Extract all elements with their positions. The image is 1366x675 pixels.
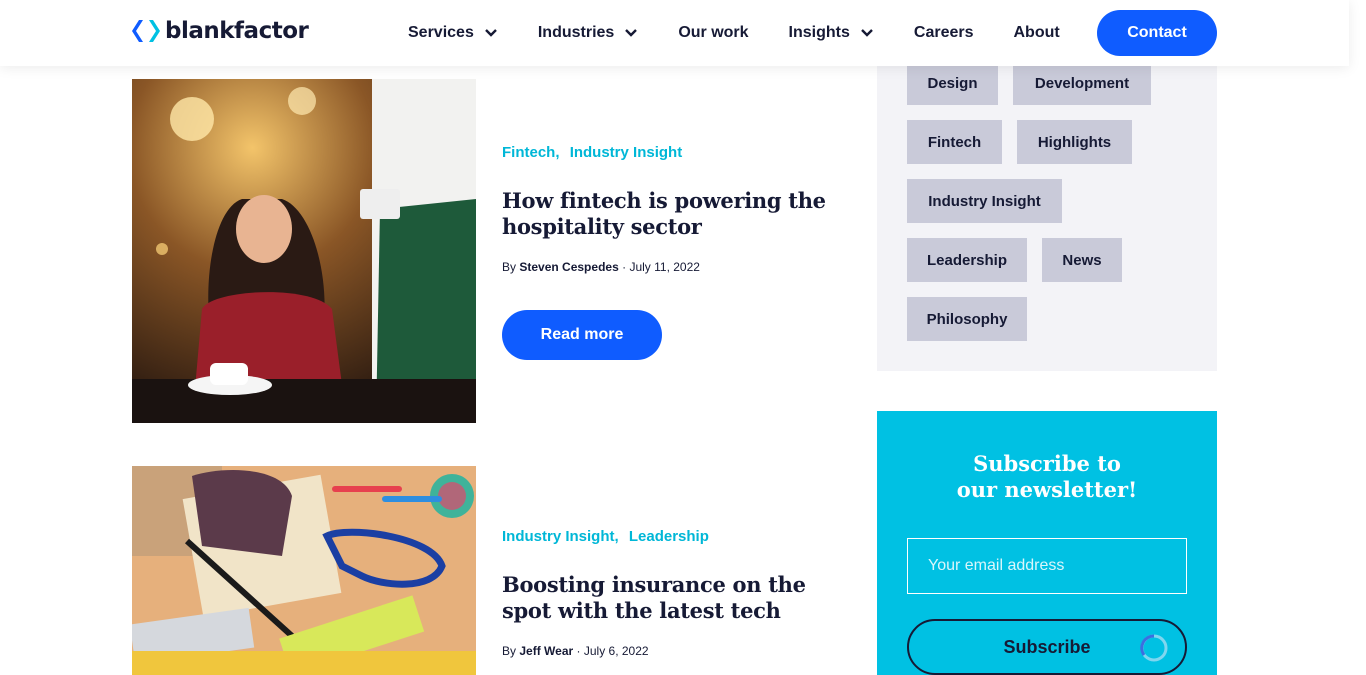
category-separator: , <box>555 144 560 161</box>
read-more-button[interactable]: Read more <box>502 310 662 360</box>
hospitality-photo <box>132 79 476 423</box>
byline-dot: · <box>622 260 627 274</box>
nav-about[interactable]: About <box>1014 24 1060 42</box>
main-nav: Services Industries Our work Insights Ca… <box>408 0 1060 66</box>
newsletter-panel: Subscribe to our newsletter! Subscribe <box>877 411 1217 675</box>
tag-industry-insight[interactable]: Industry Insight <box>907 179 1062 223</box>
nav-industries-label: Industries <box>537 24 615 41</box>
site-header: blankfactor Services Industries Our work… <box>0 0 1349 66</box>
chevron-down-icon <box>484 29 497 37</box>
contact-button[interactable]: Contact <box>1097 10 1217 56</box>
chevron-down-icon <box>625 29 638 37</box>
category-link[interactable]: Industry Insight <box>502 528 615 545</box>
nav-careers-label: Careers <box>913 24 974 41</box>
logo[interactable]: blankfactor <box>131 18 309 44</box>
article-title[interactable]: Boosting insurance on the spot with the … <box>502 572 842 624</box>
tag-highlights[interactable]: Highlights <box>1017 120 1132 164</box>
article-byline: By Steven Cespedes · July 11, 2022 <box>502 260 700 274</box>
tag-design[interactable]: Design <box>907 61 998 105</box>
byline-prefix: By <box>502 644 517 658</box>
article-date: July 11, 2022 <box>629 260 700 274</box>
tag-leadership[interactable]: Leadership <box>907 238 1027 282</box>
byline-dot: · <box>576 644 581 658</box>
nav-about-label: About <box>1013 24 1060 41</box>
newsletter-title: Subscribe to our newsletter! <box>956 451 1138 502</box>
tag-news[interactable]: News <box>1042 238 1122 282</box>
tag-development[interactable]: Development <box>1013 61 1151 105</box>
article-image-hospitality[interactable] <box>132 79 476 423</box>
article-byline: By Jeff Wear · July 6, 2022 <box>502 644 649 658</box>
article-categories: Industry Insight, Leadership <box>502 528 709 545</box>
nav-our-work-label: Our work <box>678 24 749 41</box>
nav-services[interactable]: Services <box>408 24 498 42</box>
author-link[interactable]: Jeff Wear <box>519 644 573 658</box>
subscribe-button[interactable]: Subscribe <box>907 619 1187 675</box>
loading-spinner-icon <box>1140 634 1168 662</box>
article-categories: Fintech, Industry Insight <box>502 144 682 161</box>
category-link[interactable]: Leadership <box>629 528 709 545</box>
nav-industries[interactable]: Industries <box>538 24 638 42</box>
nav-services-label: Services <box>408 24 474 41</box>
article-title[interactable]: How fintech is powering the hospitality … <box>502 188 832 240</box>
byline-prefix: By <box>502 260 517 274</box>
email-field[interactable] <box>907 538 1187 594</box>
author-link[interactable]: Steven Cespedes <box>519 260 618 274</box>
category-separator: , <box>614 528 619 545</box>
nav-careers[interactable]: Careers <box>914 24 974 42</box>
article-date: July 6, 2022 <box>583 644 649 658</box>
nav-insights[interactable]: Insights <box>789 24 874 42</box>
nav-insights-label: Insights <box>788 24 850 41</box>
category-link[interactable]: Fintech <box>502 144 555 161</box>
category-link[interactable]: Industry Insight <box>570 144 683 161</box>
chevron-down-icon <box>861 29 873 37</box>
tag-philosophy[interactable]: Philosophy <box>907 297 1027 341</box>
insurance-photo <box>132 466 476 675</box>
logo-icon <box>132 20 160 42</box>
tag-fintech[interactable]: Fintech <box>907 120 1002 164</box>
nav-our-work[interactable]: Our work <box>678 24 748 42</box>
subscribe-label: Subscribe <box>1003 636 1091 657</box>
article-image-insurance[interactable] <box>132 466 476 675</box>
logo-text: blankfactor <box>165 18 309 44</box>
